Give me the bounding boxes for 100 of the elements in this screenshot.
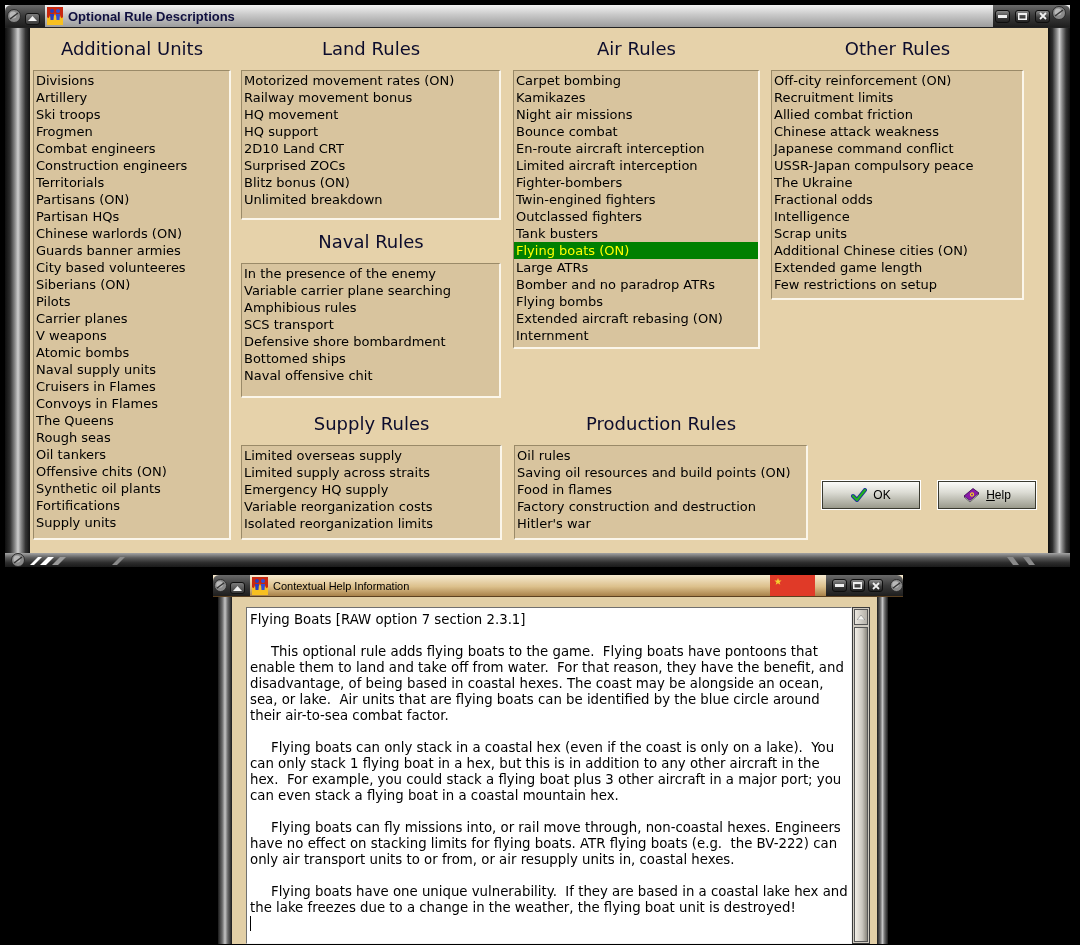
list-item[interactable]: Extended aircraft rebasing (ON) bbox=[514, 310, 758, 327]
list-item[interactable]: Outclassed fighters bbox=[514, 208, 758, 225]
list-item[interactable]: USSR-Japan compulsory peace bbox=[772, 157, 1022, 174]
list-item[interactable]: Oil tankers bbox=[34, 446, 229, 463]
list-item[interactable]: Carpet bombing bbox=[514, 72, 758, 89]
list-item[interactable]: City based volunteeres bbox=[34, 259, 229, 276]
list-item[interactable]: Recruitment limits bbox=[772, 89, 1022, 106]
list-item[interactable]: Guards banner armies bbox=[34, 242, 229, 259]
list-item[interactable]: Factory construction and destruction bbox=[515, 498, 806, 515]
list-item[interactable]: V weapons bbox=[34, 327, 229, 344]
list-item[interactable]: Internment bbox=[514, 327, 758, 344]
list-item[interactable]: Amphibious rules bbox=[242, 299, 499, 316]
list-item[interactable]: Carrier planes bbox=[34, 310, 229, 327]
up-arrow-icon bbox=[857, 614, 865, 620]
list-item[interactable]: Railway movement bonus bbox=[242, 89, 499, 106]
list-item[interactable]: Ski troops bbox=[34, 106, 229, 123]
list-item[interactable]: Fighter-bombers bbox=[514, 174, 758, 191]
list-item[interactable]: Fractional odds bbox=[772, 191, 1022, 208]
list-item[interactable]: Artillery bbox=[34, 89, 229, 106]
list-item[interactable]: Supply units bbox=[34, 514, 229, 531]
list-item[interactable]: Flying boats (ON) bbox=[514, 242, 758, 259]
list-item[interactable]: Additional Chinese cities (ON) bbox=[772, 242, 1022, 259]
list-item[interactable]: Unlimited breakdown bbox=[242, 191, 499, 208]
list-item[interactable]: Tank busters bbox=[514, 225, 758, 242]
list-item[interactable]: Hitler's war bbox=[515, 515, 806, 532]
list-item[interactable]: Naval supply units bbox=[34, 361, 229, 378]
list-item[interactable]: Variable carrier plane searching bbox=[242, 282, 499, 299]
list-item[interactable]: Chinese warlords (ON) bbox=[34, 225, 229, 242]
list-item[interactable]: The Ukraine bbox=[772, 174, 1022, 191]
list-item[interactable]: Divisions bbox=[34, 72, 229, 89]
list-item[interactable]: Bomber and no paradrop ATRs bbox=[514, 276, 758, 293]
list-item[interactable]: Combat engineers bbox=[34, 140, 229, 157]
list-item[interactable]: Limited aircraft interception bbox=[514, 157, 758, 174]
list-item[interactable]: Convoys in Flames bbox=[34, 395, 229, 412]
close-button[interactable] bbox=[868, 579, 883, 592]
list-item[interactable]: Scrap units bbox=[772, 225, 1022, 242]
list-item[interactable]: Bounce combat bbox=[514, 123, 758, 140]
list-item[interactable]: Emergency HQ supply bbox=[242, 481, 501, 498]
list-item[interactable]: Motorized movement rates (ON) bbox=[242, 72, 499, 89]
list-item[interactable]: Naval offensive chit bbox=[242, 367, 499, 384]
list-item[interactable]: Partisan HQs bbox=[34, 208, 229, 225]
list-item[interactable]: Blitz bonus (ON) bbox=[242, 174, 499, 191]
list-item[interactable]: Offensive chits (ON) bbox=[34, 463, 229, 480]
minimize-button[interactable] bbox=[832, 579, 847, 592]
list-item[interactable]: Oil rules bbox=[515, 447, 806, 464]
list-item[interactable]: 2D10 Land CRT bbox=[242, 140, 499, 157]
list-item[interactable]: Partisans (ON) bbox=[34, 191, 229, 208]
list-item[interactable]: Intelligence bbox=[772, 208, 1022, 225]
list-item[interactable]: Isolated reorganization limits bbox=[242, 515, 501, 532]
list-item[interactable]: Cruisers in Flames bbox=[34, 378, 229, 395]
list-item[interactable]: SCS transport bbox=[242, 316, 499, 333]
list-item[interactable]: Kamikazes bbox=[514, 89, 758, 106]
list-item[interactable]: Defensive shore bombardment bbox=[242, 333, 499, 350]
close-button[interactable] bbox=[1035, 9, 1050, 23]
roll-up-button[interactable] bbox=[25, 12, 40, 25]
list-item[interactable]: Twin-engined fighters bbox=[514, 191, 758, 208]
emblem-icon bbox=[252, 576, 268, 595]
list-item[interactable]: Allied combat friction bbox=[772, 106, 1022, 123]
list-item[interactable]: Few restrictions on setup bbox=[772, 276, 1022, 293]
text-cursor-icon bbox=[250, 916, 251, 931]
list-item[interactable]: Territorials bbox=[34, 174, 229, 191]
scroll-up-button[interactable] bbox=[854, 609, 868, 625]
list-item[interactable]: Atomic bombs bbox=[34, 344, 229, 361]
list-item[interactable]: HQ support bbox=[242, 123, 499, 140]
list-item[interactable]: HQ movement bbox=[242, 106, 499, 123]
minimize-icon bbox=[998, 14, 1007, 18]
minimize-button[interactable] bbox=[995, 9, 1010, 23]
list-item[interactable]: Night air missions bbox=[514, 106, 758, 123]
help-paragraph: This optional rule adds flying boats to the game. Flying boats have pontoons that enable them to land and take off from water. For that reason, they have the benefit, and disadvantage, of being based in coastal hexes. The coast may be alongside an ocean, sea, or lake. Air units that are flying boats can be identified by the blue circle around their air-to-sea combat factor. bbox=[250, 644, 845, 724]
list-item[interactable]: En-route aircraft interception bbox=[514, 140, 758, 157]
list-item[interactable]: Rough seas bbox=[34, 429, 229, 446]
maximize-button[interactable] bbox=[850, 579, 865, 592]
list-item[interactable]: Flying bombs bbox=[514, 293, 758, 310]
maximize-button[interactable] bbox=[1015, 9, 1030, 23]
list-item[interactable]: Surprised ZOCs bbox=[242, 157, 499, 174]
help-button[interactable]: Help bbox=[938, 481, 1036, 509]
list-item[interactable]: Synthetic oil plants bbox=[34, 480, 229, 497]
list-item[interactable]: Food in flames bbox=[515, 481, 806, 498]
list-item[interactable]: Saving oil resources and build points (ON) bbox=[515, 464, 806, 481]
scrollbar-thumb[interactable] bbox=[854, 627, 868, 942]
list-item[interactable]: Off-city reinforcement (ON) bbox=[772, 72, 1022, 89]
roll-up-button[interactable] bbox=[230, 582, 245, 594]
list-item[interactable]: Construction engineers bbox=[34, 157, 229, 174]
list-item[interactable]: Japanese command conflict bbox=[772, 140, 1022, 157]
list-item[interactable]: In the presence of the enemy bbox=[242, 265, 499, 282]
list-item[interactable]: Fortifications bbox=[34, 497, 229, 514]
list-item[interactable]: Frogmen bbox=[34, 123, 229, 140]
list-item[interactable]: Chinese attack weakness bbox=[772, 123, 1022, 140]
list-item[interactable]: Limited supply across straits bbox=[242, 464, 501, 481]
list-item[interactable]: Pilots bbox=[34, 293, 229, 310]
ok-button[interactable]: OK bbox=[822, 481, 920, 509]
list-item[interactable]: Siberians (ON) bbox=[34, 276, 229, 293]
list-item[interactable]: The Queens bbox=[34, 412, 229, 429]
list-item[interactable]: Limited overseas supply bbox=[242, 447, 501, 464]
list-heading: Air Rules bbox=[597, 38, 676, 59]
list-item[interactable]: Extended game length bbox=[772, 259, 1022, 276]
triangle-icon bbox=[233, 585, 242, 591]
list-item[interactable]: Variable reorganization costs bbox=[242, 498, 501, 515]
list-item[interactable]: Bottomed ships bbox=[242, 350, 499, 367]
list-item[interactable]: Large ATRs bbox=[514, 259, 758, 276]
